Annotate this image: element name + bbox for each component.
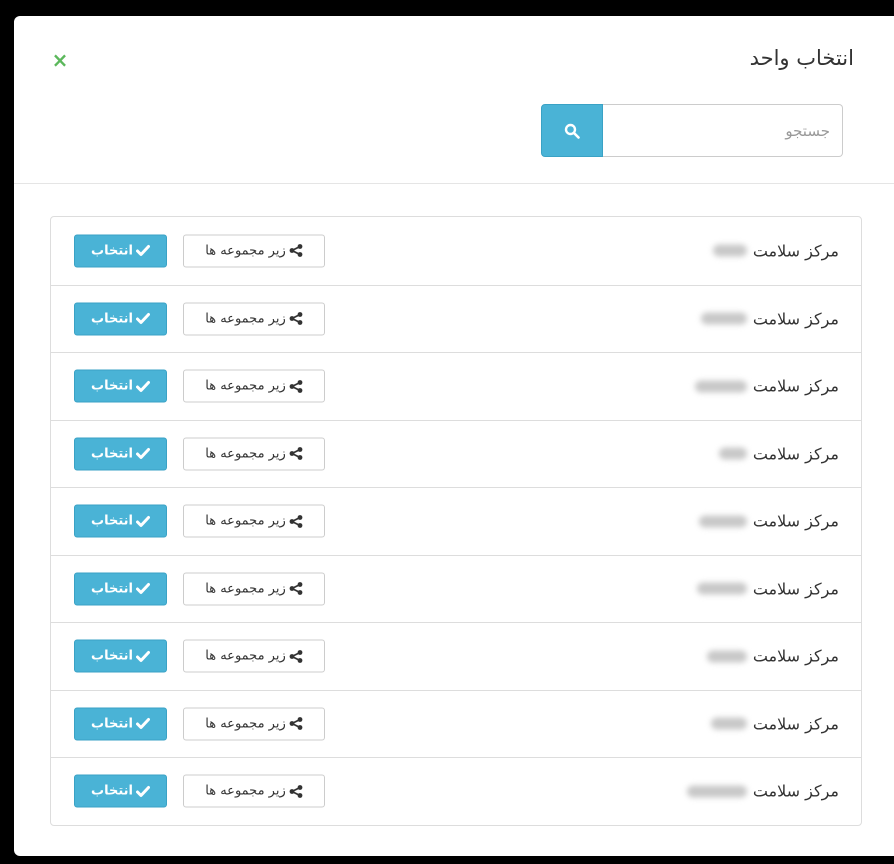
select-label: انتخاب: [91, 648, 133, 664]
search-input[interactable]: [603, 104, 843, 157]
unit-name: مرکز سلامت: [686, 781, 839, 801]
unit-name: مرکز سلامت: [696, 579, 839, 599]
redacted-unit-name: [696, 582, 747, 595]
check-icon: [135, 245, 150, 257]
subunits-label: زیر مجموعه ها: [205, 446, 286, 462]
unit-name-prefix: مرکز سلامت: [752, 646, 839, 666]
subunits-label: زیر مجموعه ها: [205, 783, 286, 799]
check-icon: [135, 313, 150, 325]
search-icon: [564, 123, 580, 139]
select-label: انتخاب: [91, 783, 133, 799]
select-button[interactable]: انتخاب: [74, 234, 167, 268]
unit-name: مرکز سلامت: [698, 511, 839, 531]
check-icon: [135, 380, 150, 392]
unit-name-prefix: مرکز سلامت: [752, 376, 839, 396]
list-item: مرکز سلامت زیر مجموعه ها انتخاب: [51, 217, 861, 285]
list-item: مرکز سلامت زیر مجموعه ها انتخاب: [51, 689, 861, 758]
redacted-unit-name: [718, 447, 747, 460]
unit-name: مرکز سلامت: [718, 444, 839, 464]
subunits-label: زیر مجموعه ها: [205, 716, 286, 732]
modal-title: انتخاب واحد: [749, 46, 854, 70]
share-icon: [289, 717, 303, 731]
unit-name-prefix: مرکز سلامت: [752, 579, 839, 599]
share-icon: [289, 582, 303, 596]
share-icon: [289, 379, 303, 393]
select-label: انتخاب: [91, 446, 133, 462]
redacted-unit-name: [694, 380, 747, 393]
unit-list: مرکز سلامت زیر مجموعه ها انتخاب مرکز سلا…: [50, 216, 862, 826]
subunits-button[interactable]: زیر مجموعه ها: [183, 774, 325, 808]
unit-name-prefix: مرکز سلامت: [752, 714, 839, 734]
check-icon: [135, 650, 150, 662]
unit-name-prefix: مرکز سلامت: [752, 309, 839, 329]
select-button[interactable]: انتخاب: [74, 639, 167, 673]
unit-name-prefix: مرکز سلامت: [752, 511, 839, 531]
list-item: مرکز سلامت زیر مجموعه ها انتخاب: [51, 554, 861, 623]
search-button[interactable]: [541, 104, 603, 157]
subunits-button[interactable]: زیر مجموعه ها: [183, 707, 325, 741]
redacted-unit-name: [710, 717, 747, 730]
select-button[interactable]: انتخاب: [74, 707, 167, 741]
unit-name: مرکز سلامت: [694, 376, 839, 396]
select-label: انتخاب: [91, 243, 133, 259]
unit-name-prefix: مرکز سلامت: [752, 241, 839, 261]
subunits-label: زیر مجموعه ها: [205, 513, 286, 529]
select-label: انتخاب: [91, 378, 133, 394]
unit-name: مرکز سلامت: [710, 714, 839, 734]
list-item: مرکز سلامت زیر مجموعه ها انتخاب: [51, 419, 861, 488]
select-label: انتخاب: [91, 716, 133, 732]
subunits-label: زیر مجموعه ها: [205, 648, 286, 664]
select-button[interactable]: انتخاب: [74, 572, 167, 606]
share-icon: [289, 649, 303, 663]
unit-name: مرکز سلامت: [700, 309, 839, 329]
list-item: مرکز سلامت زیر مجموعه ها انتخاب: [51, 487, 861, 555]
list-item: مرکز سلامت زیر مجموعه ها انتخاب: [51, 622, 861, 690]
check-icon: [135, 785, 150, 797]
unit-name-prefix: مرکز سلامت: [752, 781, 839, 801]
check-icon: [135, 448, 150, 460]
select-button[interactable]: انتخاب: [74, 504, 167, 538]
subunits-button[interactable]: زیر مجموعه ها: [183, 369, 325, 403]
select-button[interactable]: انتخاب: [74, 369, 167, 403]
share-icon: [289, 244, 303, 258]
share-icon: [289, 784, 303, 798]
select-button[interactable]: انتخاب: [74, 437, 167, 471]
select-button[interactable]: انتخاب: [74, 774, 167, 808]
redacted-unit-name: [700, 312, 747, 325]
subunits-button[interactable]: زیر مجموعه ها: [183, 437, 325, 471]
share-icon: [289, 312, 303, 326]
subunits-label: زیر مجموعه ها: [205, 311, 286, 327]
list-item: مرکز سلامت زیر مجموعه ها انتخاب: [51, 284, 861, 353]
check-icon: [135, 583, 150, 595]
subunits-button[interactable]: زیر مجموعه ها: [183, 302, 325, 336]
select-label: انتخاب: [91, 311, 133, 327]
close-button[interactable]: ×: [50, 50, 70, 70]
modal-header: × انتخاب واحد: [14, 16, 894, 184]
select-label: انتخاب: [91, 513, 133, 529]
subunits-button[interactable]: زیر مجموعه ها: [183, 234, 325, 268]
search-group: [541, 104, 843, 157]
subunits-button[interactable]: زیر مجموعه ها: [183, 572, 325, 606]
share-icon: [289, 447, 303, 461]
list-item: مرکز سلامت زیر مجموعه ها انتخاب: [51, 757, 861, 825]
subunits-button[interactable]: زیر مجموعه ها: [183, 639, 325, 673]
check-icon: [135, 718, 150, 730]
redacted-unit-name: [686, 785, 747, 798]
unit-name: مرکز سلامت: [712, 241, 839, 261]
select-label: انتخاب: [91, 581, 133, 597]
redacted-unit-name: [712, 244, 747, 257]
redacted-unit-name: [698, 515, 747, 528]
unit-name: مرکز سلامت: [706, 646, 839, 666]
check-icon: [135, 515, 150, 527]
unit-name-prefix: مرکز سلامت: [752, 444, 839, 464]
share-icon: [289, 514, 303, 528]
select-button[interactable]: انتخاب: [74, 302, 167, 336]
subunits-button[interactable]: زیر مجموعه ها: [183, 504, 325, 538]
list-item: مرکز سلامت زیر مجموعه ها انتخاب: [51, 352, 861, 420]
subunits-label: زیر مجموعه ها: [205, 581, 286, 597]
select-unit-modal: × انتخاب واحد مرکز سلامت: [14, 16, 894, 856]
redacted-unit-name: [706, 650, 747, 663]
subunits-label: زیر مجموعه ها: [205, 243, 286, 259]
subunits-label: زیر مجموعه ها: [205, 378, 286, 394]
